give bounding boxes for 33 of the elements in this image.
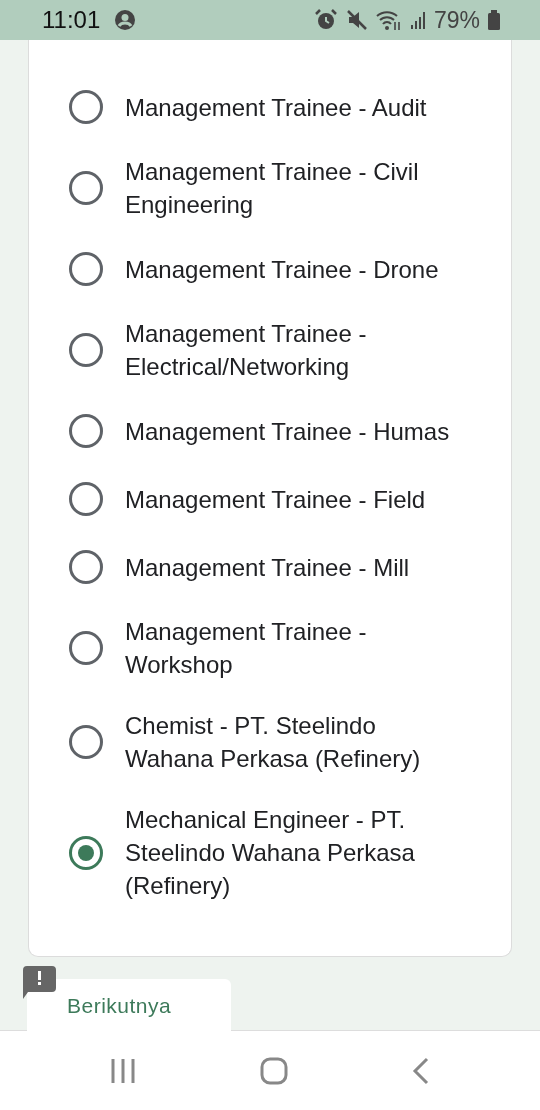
next-button[interactable]: Berikutnya <box>27 979 231 1032</box>
radio-button[interactable] <box>69 171 103 205</box>
battery-percent: 79% <box>433 5 480 35</box>
option-label: Management Trainee - Electrical/Networking <box>125 319 368 382</box>
mute-icon <box>345 9 368 31</box>
battery-icon <box>488 9 500 31</box>
option-label: Management Trainee - Drone <box>125 254 439 285</box>
back-icon[interactable] <box>412 1056 430 1085</box>
option-label: Chemist - PT. Steelindo Wahana Perkasa (Refinery) <box>125 711 422 774</box>
error-icon <box>23 966 56 1000</box>
option-label: Management Trainee - Audit <box>125 92 427 123</box>
radio-button[interactable] <box>69 835 103 870</box>
radio-button[interactable] <box>69 550 103 584</box>
clock-time: 11:01 <box>42 5 101 35</box>
signal-icon <box>409 9 426 31</box>
radio-button[interactable] <box>69 414 103 448</box>
radio-button[interactable] <box>69 482 103 516</box>
option-label: Management Trainee - Field <box>125 484 426 515</box>
radio-button[interactable] <box>69 631 103 665</box>
recent-apps-icon[interactable] <box>110 1057 136 1084</box>
radio-button[interactable] <box>69 333 103 367</box>
radio-button[interactable] <box>69 252 103 286</box>
alarm-icon <box>313 8 338 32</box>
option-label: Management Trainee - Workshop <box>125 617 368 680</box>
radio-button[interactable] <box>69 90 103 124</box>
option-label: Management Trainee - Civil Engineering <box>125 157 420 220</box>
radio-button[interactable] <box>69 725 103 759</box>
home-icon[interactable] <box>260 1056 288 1085</box>
account-icon <box>114 9 137 31</box>
option-label: Mechanical Engineer - PT. Steelindo Wahana Perkasa (Refinery) <box>125 805 416 901</box>
option-label: Management Trainee - Humas <box>125 416 450 447</box>
wifi-icon <box>375 9 402 31</box>
option-label: Management Trainee - Mill <box>125 552 410 583</box>
